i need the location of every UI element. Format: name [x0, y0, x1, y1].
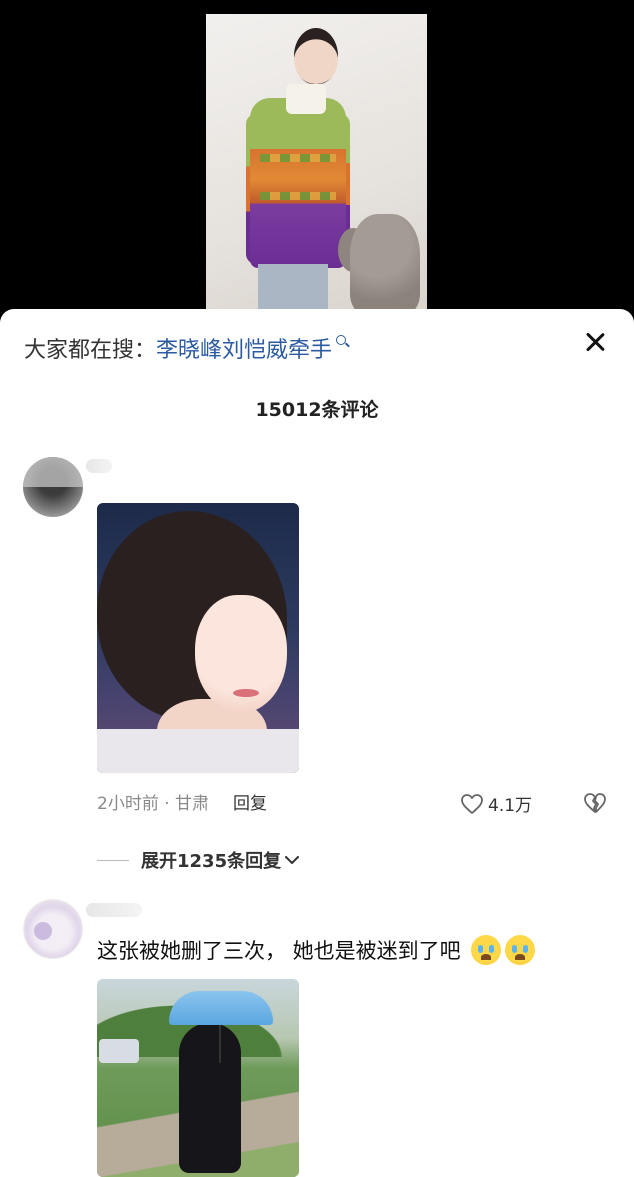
comment-body: 这张被她删了三次， 她也是被迷到了吧	[97, 935, 535, 965]
video-figure-collar	[286, 84, 326, 114]
expand-replies-label: 展开1235条回复	[141, 851, 282, 872]
comment-image[interactable]	[97, 979, 299, 1177]
image-umbrella-pole	[219, 1023, 221, 1063]
search-icon	[336, 335, 347, 345]
trending-search-prefix: 大家都在搜：	[24, 338, 157, 363]
loudly-crying-face-icon	[504, 935, 535, 965]
comment-count: 15012条评论	[255, 399, 379, 421]
video-player[interactable]	[0, 0, 634, 330]
image-umbrella	[169, 991, 273, 1025]
close-button[interactable]	[582, 329, 608, 355]
username-blurred[interactable]	[86, 459, 112, 473]
video-figure-head	[294, 28, 338, 84]
avatar-decoration	[34, 922, 52, 940]
comment-text: 这张被她删了三次， 她也是被迷到了吧	[97, 939, 461, 963]
comment-time-location: 2小时前 · 甘肃	[97, 793, 210, 814]
expand-replies-button[interactable]: 展开1235条回复	[97, 847, 300, 873]
image-van	[99, 1039, 139, 1063]
video-frame	[206, 14, 427, 314]
video-figure-pattern	[260, 192, 336, 200]
like-button[interactable]: 4.1万	[460, 791, 532, 816]
reply-button[interactable]: 回复	[233, 789, 267, 814]
avatar[interactable]	[23, 899, 83, 959]
comment-image[interactable]	[97, 503, 299, 773]
video-figure-cardigan	[250, 98, 346, 268]
trending-search-row[interactable]: 大家都在搜： 李晓峰刘恺威牵手	[24, 332, 347, 364]
video-figure-pattern	[260, 154, 336, 162]
trending-search-link[interactable]: 李晓峰刘恺威牵手	[156, 332, 332, 364]
image-figure	[179, 1023, 241, 1173]
video-figure-jeans	[258, 264, 328, 314]
chevron-down-icon	[285, 855, 300, 864]
image-clothing	[97, 729, 299, 773]
avatar[interactable]	[23, 457, 83, 517]
loudly-crying-face-icon	[470, 935, 501, 965]
comments-sheet: 大家都在搜： 李晓峰刘恺威牵手 15012条评论 2小时前 · 甘肃 回复 4.…	[0, 309, 634, 1177]
comment-meta: 2小时前 · 甘肃 回复	[97, 789, 267, 814]
dislike-broken-heart-icon[interactable]	[583, 792, 607, 814]
divider-line	[97, 859, 129, 861]
like-count: 4.1万	[488, 796, 533, 816]
video-elephant-plush	[350, 214, 420, 314]
username-blurred[interactable]	[86, 903, 142, 917]
image-lips	[233, 689, 259, 697]
heart-icon	[461, 793, 483, 814]
